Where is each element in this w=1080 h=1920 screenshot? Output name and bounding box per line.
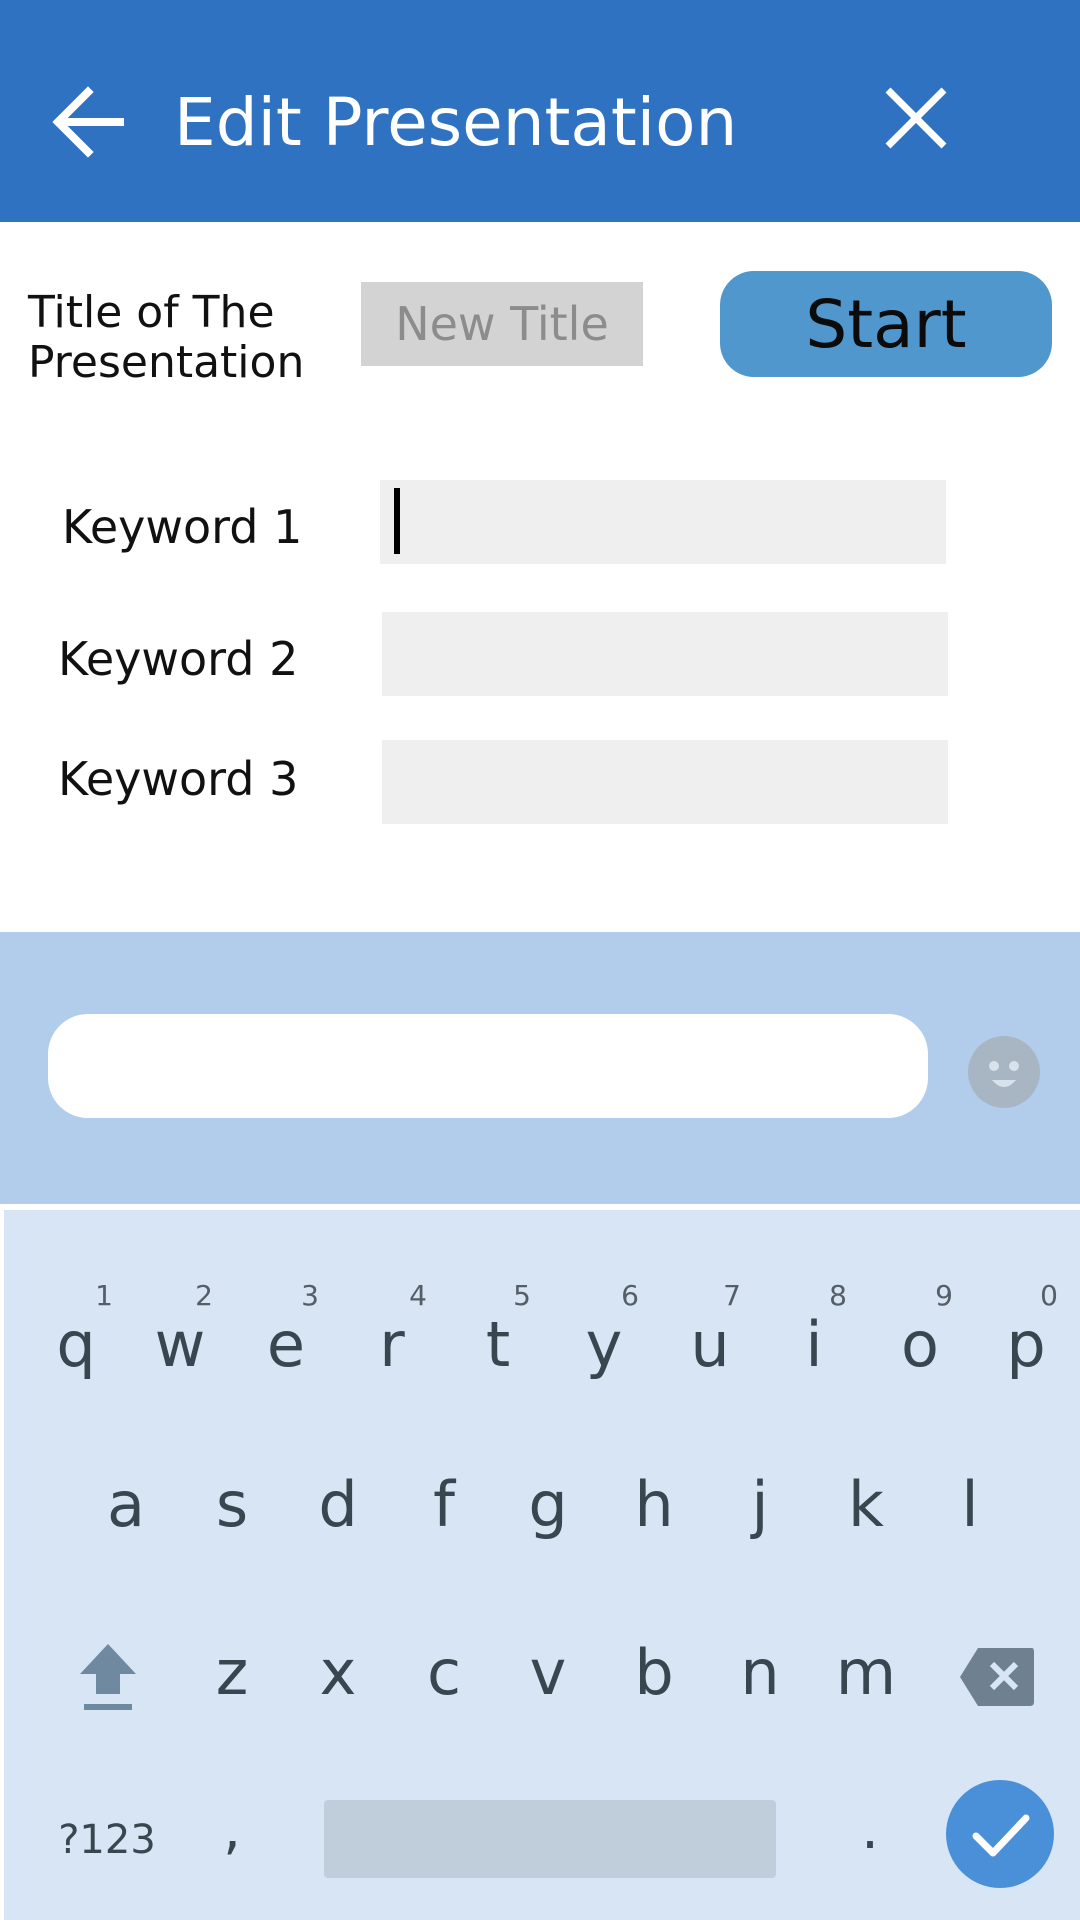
key-s[interactable]: s [184, 1470, 280, 1540]
start-button[interactable]: Start [720, 271, 1052, 377]
key-h[interactable]: h [606, 1470, 702, 1540]
keyword-1-input[interactable] [380, 480, 946, 564]
key-hint: 0 [1040, 1279, 1058, 1312]
key-hint: 6 [621, 1279, 639, 1312]
keyword-1-label: Keyword 1 [62, 500, 303, 554]
keyword-3-input[interactable] [382, 740, 948, 824]
key-v[interactable]: v [500, 1638, 596, 1708]
symbols-key[interactable]: ?123 [52, 1815, 162, 1865]
key-e[interactable]: e [238, 1310, 334, 1380]
key-t[interactable]: t [450, 1310, 546, 1380]
key-l[interactable]: l [922, 1470, 1018, 1540]
key-hint: 1 [95, 1279, 113, 1312]
period-key[interactable]: . [850, 1800, 890, 1860]
key-o[interactable]: o [872, 1310, 968, 1380]
key-q[interactable]: q [28, 1310, 124, 1380]
space-key[interactable] [324, 1800, 776, 1878]
page-title: Edit Presentation [174, 84, 738, 161]
key-hint: 5 [513, 1279, 531, 1312]
key-k[interactable]: k [818, 1470, 914, 1540]
keyboard-text-field[interactable] [48, 1014, 928, 1118]
backspace-icon [960, 1648, 1034, 1706]
key-hint: 4 [409, 1279, 427, 1312]
key-hint: 2 [195, 1279, 213, 1312]
checkmark-icon [972, 1814, 1030, 1857]
key-j[interactable]: j [712, 1470, 808, 1540]
key-p[interactable]: p [978, 1310, 1074, 1380]
key-hint: 8 [829, 1279, 847, 1312]
key-i[interactable]: i [766, 1310, 862, 1380]
comma-key[interactable]: , [212, 1800, 252, 1860]
key-a[interactable]: a [78, 1470, 174, 1540]
key-c[interactable]: c [396, 1638, 492, 1708]
key-u[interactable]: u [662, 1310, 758, 1380]
shift-icon [80, 1644, 136, 1710]
backspace-key[interactable] [958, 1646, 1036, 1708]
key-r[interactable]: r [344, 1310, 440, 1380]
back-button[interactable] [50, 80, 130, 164]
shift-key[interactable] [72, 1640, 144, 1714]
key-hint: 9 [935, 1279, 953, 1312]
close-icon [885, 87, 947, 149]
arrow-left-icon [52, 86, 124, 158]
key-f[interactable]: f [396, 1470, 492, 1540]
key-y[interactable]: y [556, 1310, 652, 1380]
text-cursor [394, 488, 400, 554]
key-hint: 3 [301, 1279, 319, 1312]
key-z[interactable]: z [184, 1638, 280, 1708]
key-x[interactable]: x [290, 1638, 386, 1708]
keyword-2-label: Keyword 2 [58, 632, 299, 686]
key-m[interactable]: m [818, 1638, 914, 1708]
emoji-button[interactable] [968, 1036, 1040, 1108]
title-input[interactable] [361, 282, 643, 366]
emoji-face-icon [968, 1036, 1040, 1108]
keyword-2-input[interactable] [382, 612, 948, 696]
close-button[interactable] [876, 78, 956, 158]
enter-key[interactable] [946, 1780, 1054, 1888]
key-w[interactable]: w [132, 1310, 228, 1380]
key-hint: 7 [723, 1279, 741, 1312]
title-label: Title of The Presentation [28, 287, 305, 388]
key-n[interactable]: n [712, 1638, 808, 1708]
key-d[interactable]: d [290, 1470, 386, 1540]
key-b[interactable]: b [606, 1638, 702, 1708]
keyword-3-label: Keyword 3 [58, 752, 299, 806]
key-g[interactable]: g [500, 1470, 596, 1540]
